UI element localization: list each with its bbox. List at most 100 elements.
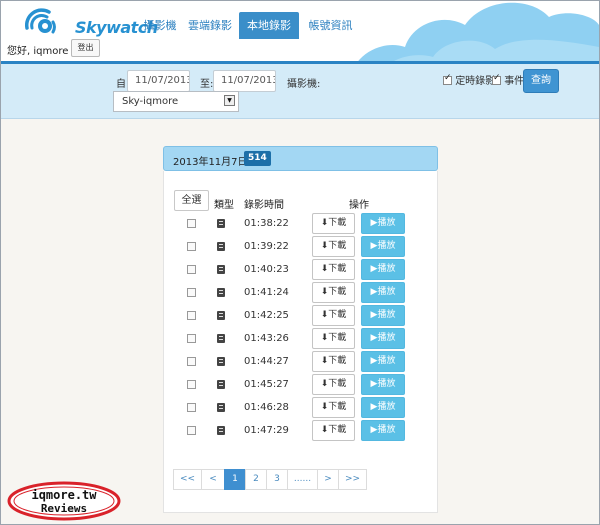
user-greeting: 您好, iqmore: [7, 46, 69, 57]
page-2[interactable]: 2: [245, 469, 267, 490]
film-icon: [217, 288, 225, 297]
play-button[interactable]: ▶播放: [361, 236, 405, 257]
iqmore-watermark: iqmore.tw Reviews: [7, 481, 122, 521]
row-checkbox[interactable]: [187, 403, 196, 412]
download-button[interactable]: ⬇下載: [312, 236, 355, 257]
film-icon: [217, 265, 225, 274]
nav-cameras[interactable]: 攝影機: [137, 12, 183, 39]
camera-select[interactable]: Sky-iqmore ▼: [113, 91, 239, 112]
download-label: 下載: [328, 402, 347, 412]
event-filter[interactable]: 事件: [492, 72, 524, 87]
play-label: 播放: [377, 241, 396, 251]
download-label: 下載: [328, 310, 347, 320]
download-button[interactable]: ⬇下載: [312, 328, 355, 349]
download-button[interactable]: ⬇下載: [312, 213, 355, 234]
play-button[interactable]: ▶播放: [361, 328, 405, 349]
play-button[interactable]: ▶播放: [361, 351, 405, 372]
from-date-input[interactable]: 11/07/2013: [127, 70, 190, 92]
column-header-action: 操作: [349, 200, 369, 211]
recording-time: 01:46:28: [244, 402, 289, 413]
download-button[interactable]: ⬇下載: [312, 397, 355, 418]
page-1[interactable]: 1: [224, 469, 246, 490]
page-next[interactable]: >: [317, 469, 339, 490]
row-checkbox[interactable]: [187, 426, 196, 435]
cloud-decoration: [357, 2, 599, 62]
row-checkbox[interactable]: [187, 242, 196, 251]
row-checkbox[interactable]: [187, 311, 196, 320]
film-icon: [217, 380, 225, 389]
select-all-button[interactable]: 全選: [174, 190, 209, 211]
row-checkbox[interactable]: [187, 357, 196, 366]
recording-row: 01:47:29 ⬇下載 ▶播放: [164, 420, 439, 443]
download-button[interactable]: ⬇下載: [312, 282, 355, 303]
watermark-line1: iqmore.tw: [31, 488, 97, 502]
film-icon: [217, 334, 225, 343]
play-button[interactable]: ▶播放: [361, 282, 405, 303]
search-button[interactable]: 查詢: [523, 69, 559, 93]
download-button[interactable]: ⬇下載: [312, 351, 355, 372]
film-icon: [217, 357, 225, 366]
recording-time: 01:40:23: [244, 264, 289, 275]
timelapse-filter[interactable]: 定時錄影: [443, 72, 495, 87]
play-button[interactable]: ▶播放: [361, 374, 405, 395]
recording-row: 01:42:25 ⬇下載 ▶播放: [164, 305, 439, 328]
play-button[interactable]: ▶播放: [361, 213, 405, 234]
row-checkbox[interactable]: [187, 334, 196, 343]
recording-row: 01:44:27 ⬇下載 ▶播放: [164, 351, 439, 374]
play-label: 播放: [377, 333, 396, 343]
row-checkbox[interactable]: [187, 219, 196, 228]
recording-row: 01:39:22 ⬇下載 ▶播放: [164, 236, 439, 259]
play-button[interactable]: ▶播放: [361, 259, 405, 280]
page-first[interactable]: <<: [173, 469, 202, 490]
play-label: 播放: [377, 356, 396, 366]
skywatch-logo[interactable]: Skywatch: [23, 8, 158, 38]
recording-time: 01:47:29: [244, 425, 289, 436]
to-date-input[interactable]: 11/07/2013: [213, 70, 276, 92]
play-label: 播放: [377, 402, 396, 412]
download-label: 下載: [328, 425, 347, 435]
recording-row: 01:43:26 ⬇下載 ▶播放: [164, 328, 439, 351]
timelapse-checkbox[interactable]: [443, 73, 452, 85]
play-button[interactable]: ▶播放: [361, 420, 405, 441]
recording-time: 01:44:27: [244, 356, 289, 367]
event-label: 事件: [504, 76, 525, 87]
column-header-time: 錄影時間: [244, 200, 284, 211]
timelapse-label: 定時錄影: [455, 76, 496, 87]
row-checkbox[interactable]: [187, 288, 196, 297]
download-button[interactable]: ⬇下載: [312, 420, 355, 441]
recordings-panel: 全選 類型 錄影時間 操作 01:38:22 ⬇下載 ▶播放 01:39:22 …: [163, 171, 438, 513]
play-label: 播放: [377, 218, 396, 228]
play-button[interactable]: ▶播放: [361, 305, 405, 326]
film-icon: [217, 426, 225, 435]
download-label: 下載: [328, 333, 347, 343]
recordings-panel-header: 2013年11月7日 514: [163, 146, 438, 171]
logout-button[interactable]: 登出: [71, 39, 100, 57]
film-icon: [217, 219, 225, 228]
play-label: 播放: [377, 425, 396, 435]
nav-cloud-recordings[interactable]: 雲端錄影: [184, 12, 236, 39]
watermark-line2: Reviews: [41, 502, 87, 515]
page-3[interactable]: 3: [266, 469, 288, 490]
row-checkbox[interactable]: [187, 265, 196, 274]
camera-select-value: Sky-iqmore: [122, 96, 179, 107]
page-ellipsis[interactable]: ......: [287, 469, 318, 490]
download-label: 下載: [328, 356, 347, 366]
app-header: Skywatch 攝影機 雲端錄影 本地錄影 帳號資訊 您好, iqmore 登…: [1, 1, 599, 62]
play-label: 播放: [377, 287, 396, 297]
nav-account-info[interactable]: 帳號資訊: [303, 12, 358, 39]
page-last[interactable]: >>: [338, 469, 367, 490]
download-button[interactable]: ⬇下載: [312, 259, 355, 280]
recording-row: 01:41:24 ⬇下載 ▶播放: [164, 282, 439, 305]
download-button[interactable]: ⬇下載: [312, 305, 355, 326]
play-button[interactable]: ▶播放: [361, 397, 405, 418]
download-label: 下載: [328, 218, 347, 228]
event-checkbox[interactable]: [492, 73, 501, 85]
download-label: 下載: [328, 379, 347, 389]
film-icon: [217, 242, 225, 251]
download-button[interactable]: ⬇下載: [312, 374, 355, 395]
row-checkbox[interactable]: [187, 380, 196, 389]
page-prev[interactable]: <: [201, 469, 225, 490]
download-label: 下載: [328, 264, 347, 274]
nav-local-recordings[interactable]: 本地錄影: [239, 12, 299, 39]
skywatch-logo-icon: [24, 8, 56, 34]
